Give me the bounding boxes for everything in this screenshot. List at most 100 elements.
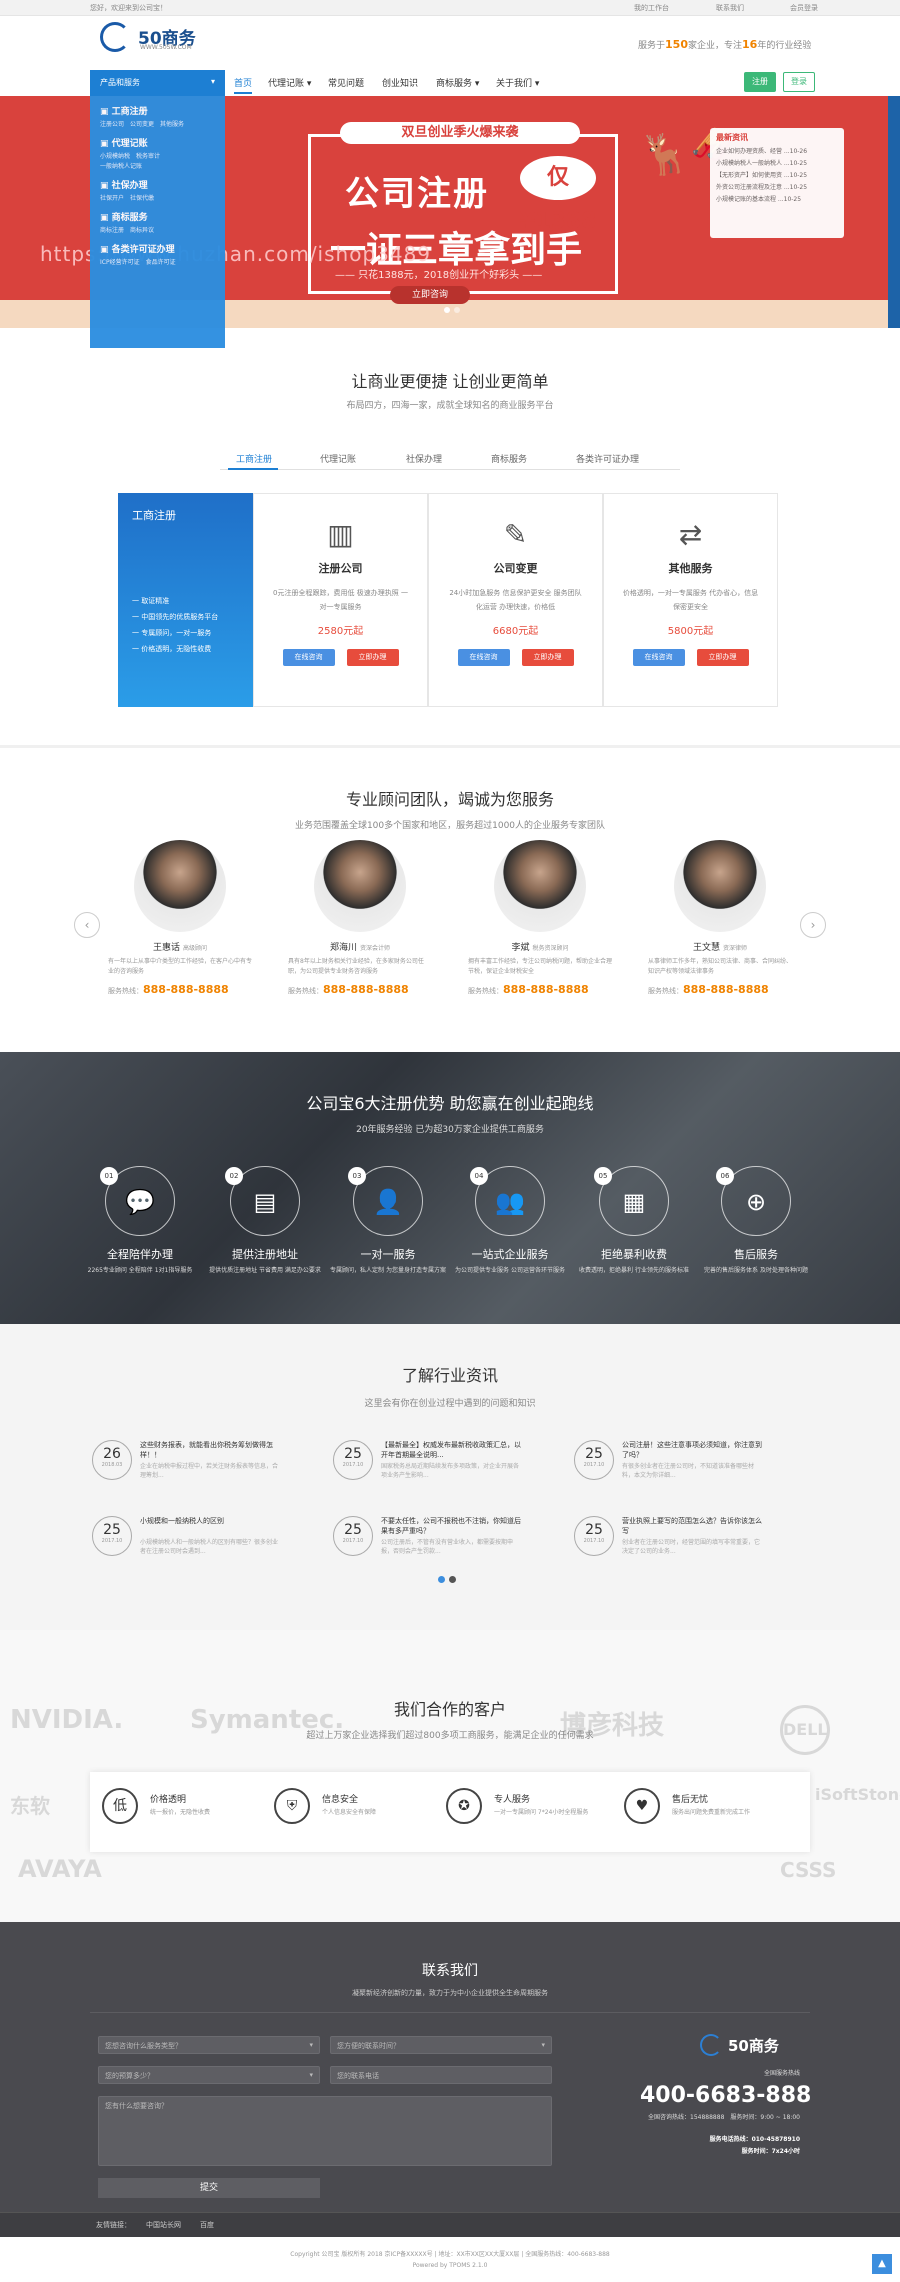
contact-time-select[interactable]: 您方便的联系时间？ ▾ (330, 2036, 552, 2054)
category-dropdown: 工商注册注册公司 公司变更 其他服务 代理记账小规模纳税 税务审计一般纳税人记账… (90, 96, 225, 348)
contact-link[interactable]: 联系我们 (716, 3, 744, 13)
register-button[interactable]: 注册 (744, 72, 776, 92)
category-group: 商标服务商标注册 商标异议 (100, 210, 215, 236)
category-group: 社保办理社保开户 社保代缴 (100, 178, 215, 204)
building-icon: ▥ (327, 518, 354, 551)
category-group: 各类许可证办理ICP经营许可证 食品许可证 (100, 242, 215, 268)
tab-bookkeeping[interactable]: 代理记账 (320, 452, 356, 465)
news-panel-item[interactable]: 外资公司注册流程及注意 ...10-25 (716, 182, 838, 194)
member-login-link[interactable]: 会员登录 (790, 3, 818, 13)
back-to-top-icon[interactable]: ▲ (872, 2254, 892, 2274)
news-pager[interactable] (436, 1576, 458, 1586)
consult-button[interactable]: 在线咨询 (632, 649, 685, 666)
plus-icon: 06 ⊕ (716, 1166, 791, 1236)
team-subtitle: 业务范围覆盖全球100多个国家和地区，服务超过1000人的企业服务专家团队 (294, 821, 606, 831)
exchange-icon: ⇄ (678, 518, 703, 551)
consult-now-button[interactable]: 立即咨询 (390, 286, 470, 304)
chevron-down-icon: ▾ (309, 2041, 313, 2049)
message-textarea[interactable]: 您有什么想要咨询？ (98, 2096, 552, 2166)
partner-logo: CSSS (780, 1858, 837, 1882)
prev-arrow-icon[interactable]: ‹ (74, 912, 100, 938)
advantage-item: 03 👤 一对一服务 专属顾问，私人定制 为您量身打造专属方案 (328, 1166, 448, 1276)
welcome-text: 您好，欢迎来到公司宝！ (90, 4, 167, 12)
consult-button[interactable]: 在线咨询 (457, 649, 510, 666)
submit-button[interactable]: 提交 (98, 2178, 320, 2198)
avatar (134, 840, 226, 932)
next-arrow-icon[interactable]: › (800, 912, 826, 938)
phone-input[interactable]: 您的联系电话 (330, 2066, 552, 2084)
tab-trademark[interactable]: 商标服务 (491, 452, 527, 465)
tab-licenses[interactable]: 各类许可证办理 (576, 452, 639, 465)
hotline-label: 全国服务热线 (763, 2070, 800, 2077)
nav-about[interactable]: 关于我们 ▾ (496, 76, 539, 89)
nav-home[interactable]: 首页 (234, 76, 253, 94)
contact-subtitle: 凝聚新经济创新的力量，致力于为中小企业提供全生命周期服务 (352, 1989, 548, 1997)
friend-links-label: 友情链接： (96, 2221, 131, 2229)
low-price-icon: 低 (102, 1788, 138, 1824)
chevron-down-icon: ▾ (309, 2071, 313, 2079)
news-item[interactable]: 25 2017.10 【最新最全】权威发布最新税收政策汇总，以开年首期最全说明...… (333, 1440, 523, 1492)
edit-icon: ✎ (503, 518, 528, 551)
advantage-item: 05 ▦ 拒绝暴利收费 收费透明，拒绝暴利 行业领先的服务标准 (574, 1166, 694, 1276)
login-button[interactable]: 登录 (783, 72, 815, 92)
hotline-number: 400-6683-888 (640, 2083, 812, 2108)
team-member-card[interactable]: 郑海川 资深会计师 具有8年以上财务相关行业经验，在多家财务公司任职，为公司提供… (280, 840, 440, 996)
partner-logo: 东软 (10, 1794, 50, 1818)
avatar (494, 840, 586, 932)
team-member-card[interactable]: 王文慧 资深律师 从事律师工作多年，熟知公司法律、商事、合同纠纷、知识产权等领域… (640, 840, 800, 996)
nav-knowledge[interactable]: 创业知识 (382, 76, 418, 89)
news-panel-item[interactable]: 小规模记账的基本流程 ...10-25 (716, 194, 838, 206)
nav-bookkeeping[interactable]: 代理记账 ▾ (268, 76, 311, 89)
news-panel-item[interactable]: 企业如何办理资质、经营 ...10-26 (716, 146, 838, 158)
category-group: 工商注册注册公司 公司变更 其他服务 (100, 104, 215, 130)
news-panel-item[interactable]: 小规模纳税人一般纳税人 ...10-25 (716, 158, 838, 170)
partners-title: 我们合作的客户 (393, 1700, 506, 1719)
news-subtitle: 这里会有你在创业过程中遇到的问题和知识 (364, 1399, 536, 1409)
apply-button[interactable]: 立即办理 (696, 649, 749, 666)
news-item[interactable]: 25 2017.10 不要太任性，公司不报税也不注销，你知道后果有多严重吗？ 公司注册… (333, 1516, 523, 1568)
budget-select[interactable]: 您的预算多少？ ▾ (98, 2066, 320, 2084)
file-icon: 05 ▦ (594, 1166, 669, 1236)
feature-item: ⛨ 信息安全 个人信息安全有保障 (274, 1788, 444, 1838)
apply-button[interactable]: 立即办理 (346, 649, 399, 666)
news-item[interactable]: 25 2017.10 营业执照上要写的范围怎么选？告诉你该怎么写 创业者在注册公司时，… (574, 1516, 764, 1568)
service-type-select[interactable]: 您想咨询什么服务类型？ ▾ (98, 2036, 320, 2054)
tab-registration[interactable]: 工商注册 (236, 452, 272, 465)
medal-icon: ✪ (446, 1788, 482, 1824)
news-panel-item[interactable]: 【无形资产】如何使用资 ...10-25 (716, 170, 838, 182)
chevron-down-icon: ▾ (210, 77, 215, 86)
footer: Copyright 公司宝 版权所有 2018 京ICP备XXXXX号 | 地址… (0, 2237, 900, 2282)
news-title: 了解行业资讯 (401, 1366, 498, 1385)
consult-button[interactable]: 在线咨询 (282, 649, 335, 666)
advantages-subtitle: 20年服务经验 已为超30万家企业提供工商服务 (356, 1125, 544, 1135)
friend-links-bar: 友情链接： 中国站长网 百度 (0, 2212, 900, 2237)
workbench-link[interactable]: 我的工作台 (634, 3, 669, 13)
team-member-card[interactable]: 王惠话 高级顾问 有一年以上从事中介类型的工作经验，在客户心中有专业的咨询服务 … (100, 840, 260, 996)
avatar (674, 840, 766, 932)
services-title: 让商业更便捷 让创业更简单 (351, 372, 549, 391)
contact-line: 服务电话热线：010-45878910 (709, 2136, 800, 2143)
apply-button[interactable]: 立即办理 (521, 649, 574, 666)
tab-social-security[interactable]: 社保办理 (406, 452, 442, 465)
friend-link[interactable]: 中国站长网 (146, 2220, 181, 2230)
service-card: ⇄ 其他服务 价格透明，一对一专属服务 代办省心，信息保密更安全 5800元起 … (603, 493, 778, 707)
contact-line: 全国咨询热线：154888888 服务时间：9:00 ~ 18:00 (648, 2114, 800, 2121)
logo-icon[interactable] (100, 22, 130, 52)
nav-trademark[interactable]: 商标服务 ▾ (436, 76, 479, 89)
feature-item: ♥ 售后无忧 服务出问题免费重新完成工作 (624, 1788, 794, 1838)
advantage-item: 06 ⊕ 售后服务 完善的售后服务体系 及时处理各种问题 (696, 1166, 816, 1276)
friend-link[interactable]: 百度 (200, 2220, 214, 2230)
news-item[interactable]: 25 2017.10 公司注册！这些注意事项必须知道，你注意到了吗？ 有很多创业者在注… (574, 1440, 764, 1492)
team-member-card[interactable]: 李斌 税务资深顾问 拥有丰富工作经验，专注公司纳税问题，帮助企业合理节税，保证企… (460, 840, 620, 996)
powered-by-text: Powered by TPOMS 2.1.0 (412, 2262, 488, 2269)
logo-subtext: WWW.50SW.COM (140, 44, 192, 51)
nav-faq[interactable]: 常见问题 (328, 76, 364, 89)
document-icon: 02 ▤ (225, 1166, 300, 1236)
advantages-title: 公司宝6大注册优势 助您赢在创业起跑线 (306, 1094, 594, 1113)
news-panel-title: 最新资讯 (716, 133, 748, 142)
user-add-icon: 03 👤 (348, 1166, 423, 1236)
news-item[interactable]: 26 2018.03 这些财务报表，就能看出你税务筹划做得怎样！！ 企业在纳税申报过程… (92, 1440, 282, 1492)
banner-pager[interactable] (442, 306, 462, 316)
product-category-button[interactable]: 产品和服务 ▾ (90, 70, 225, 96)
news-item[interactable]: 25 2017.10 小规模和一般纳税人的区别 小规模纳税人和一般纳税人的区别有哪些？… (92, 1516, 282, 1568)
